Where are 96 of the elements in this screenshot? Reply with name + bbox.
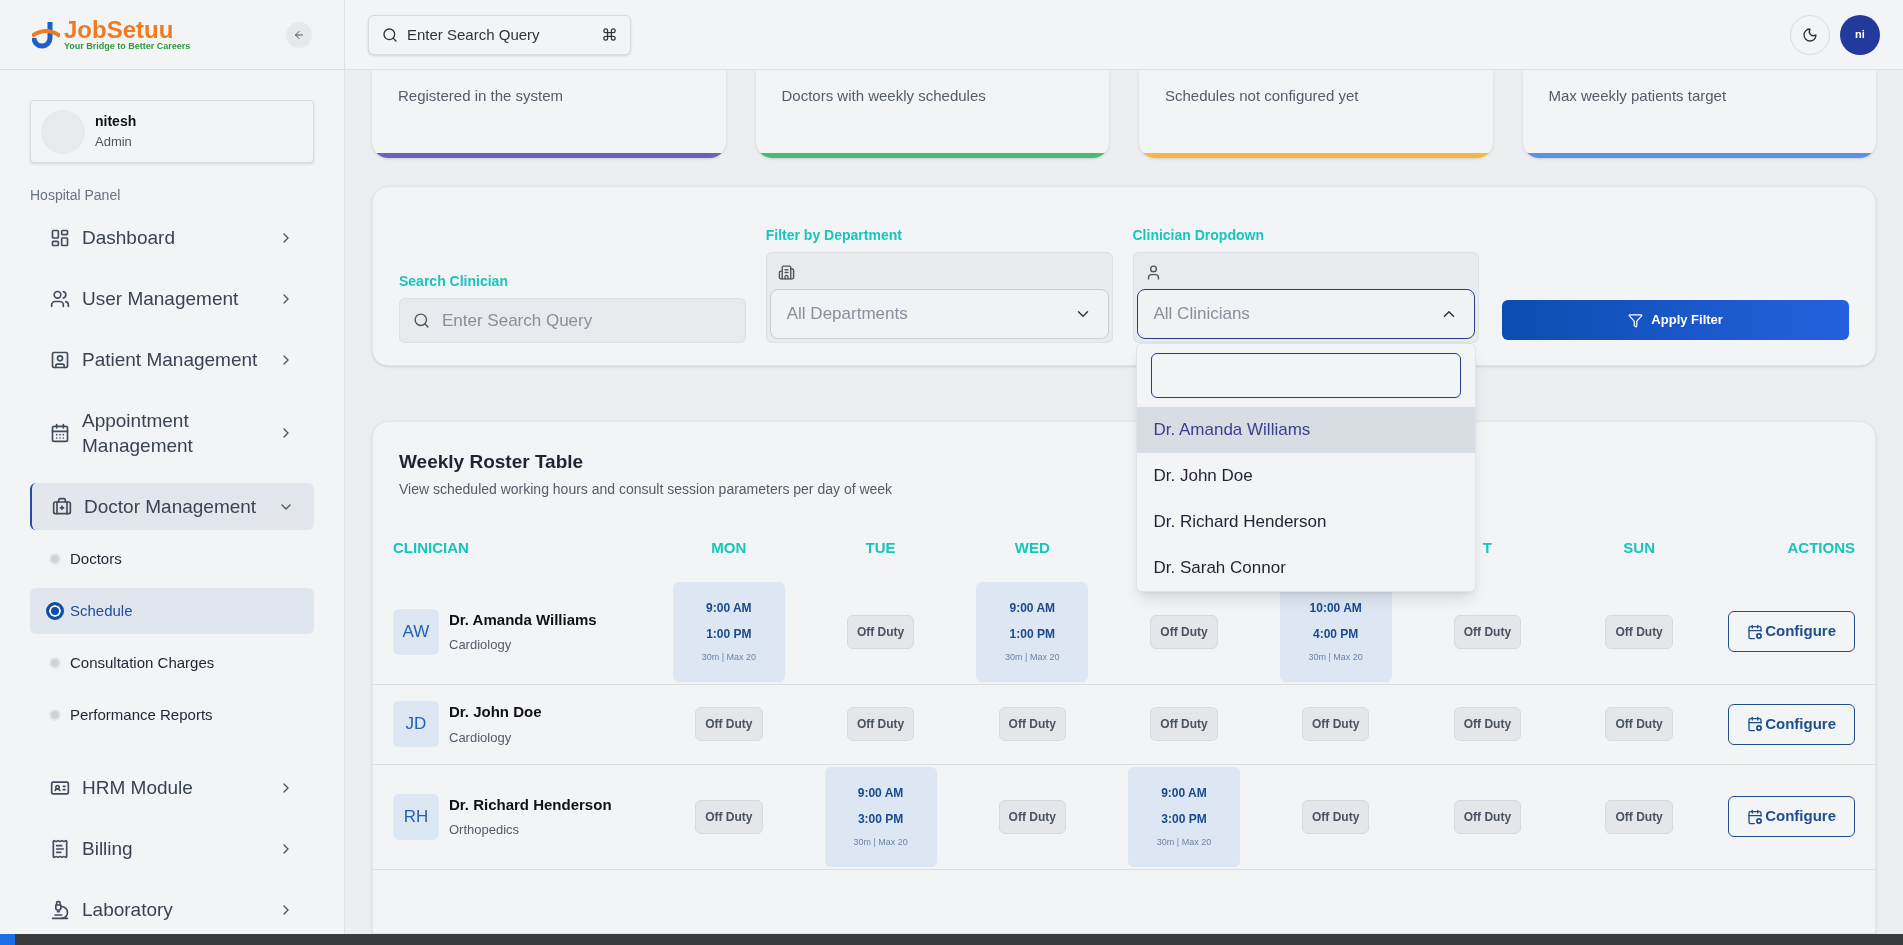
dropdown-option[interactable]: Dr. John Doe [1136,453,1475,499]
section-label: Hospital Panel [30,186,122,205]
bullet-icon [46,602,64,620]
field-label: Search Clinician [399,272,509,291]
initials-avatar: RH [393,793,439,840]
bullet-icon [49,709,61,721]
logo-tagline: Your Bridge to Better Careers [64,42,191,51]
column-header: T [1482,538,1492,556]
roster-subtitle: View scheduled working hours and consult session parameters per day of week [399,479,893,499]
taskbar-accent [0,934,15,945]
apply-filter-button[interactable]: Apply Filter [1502,300,1849,340]
column-header: ACTIONS [1787,538,1855,556]
roster-title: Weekly Roster Table [399,450,584,474]
bullet-icon [49,553,61,565]
shift-slot: 9:00 AM 3:00 PM 30m | Max 20 [1128,766,1240,867]
sidebar-item[interactable]: Dashboard [30,214,314,261]
column-header: MON [711,538,747,556]
stat-card: Max weekly patients target [1522,70,1876,158]
sidebar-item[interactable]: HRM Module [30,764,314,811]
clinician-name: Dr. Amanda Williams [449,609,597,630]
off-duty-badge: Off Duty [1150,707,1218,741]
stat-card: Registered in the system [372,70,726,158]
sidebar-item[interactable]: Doctor Management [30,483,314,530]
medical-case-icon [52,496,72,517]
column-header: SUN [1623,538,1655,556]
shift-slot: 9:00 AM 1:00 PM 30m | Max 20 [672,581,785,682]
off-duty-badge: Off Duty [1605,799,1673,834]
moon-icon [1802,26,1818,43]
off-duty-badge: Off Duty [998,707,1066,741]
column-header: CLINICIAN [393,538,469,556]
logo-text: JobSetuu [64,18,175,42]
off-duty-badge: Off Duty [695,707,763,741]
initials-avatar: JD [393,701,439,747]
off-duty-badge: Off Duty [998,799,1066,834]
off-duty-badge: Off Duty [846,707,915,741]
sidebar-item[interactable]: Billing [30,825,314,872]
field-label: Filter by Department [765,226,903,245]
arrow-left-icon [293,28,305,41]
department-label: Cardiology [449,636,513,654]
off-duty-badge: Off Duty [1453,614,1522,649]
search-icon [382,26,398,43]
column-header: WED [1014,538,1050,556]
off-duty-badge: Off Duty [1453,799,1522,834]
dropdown-option[interactable]: Dr. Richard Henderson [1136,499,1475,545]
off-duty-badge: Off Duty [1605,707,1673,741]
clinician-name: Dr. John Doe [449,702,542,722]
off-duty-badge: Off Duty [695,799,763,834]
submenu-item[interactable]: Schedule [30,588,314,634]
department-label: Orthopedics [449,821,521,839]
users-icon [50,288,70,309]
building-icon [777,264,795,281]
sidebar-item[interactable]: User Management [30,275,314,322]
profile-avatar[interactable]: ni [1840,14,1880,55]
bullet-icon [49,657,61,669]
department-label: Cardiology [449,728,513,747]
dropdown-search-field[interactable] [1150,353,1461,398]
off-duty-badge: Off Duty [846,614,915,649]
submenu-item[interactable]: Doctors [30,536,314,582]
off-duty-badge: Off Duty [1453,707,1522,741]
off-duty-badge: Off Duty [1302,799,1370,834]
calendar-edit-icon [1747,623,1764,640]
column-header: TUE [865,538,896,556]
user-role: Admin [95,133,133,152]
submenu-item[interactable]: Consultation Charges [30,640,314,686]
configure-button[interactable]: Configure [1728,703,1855,745]
grid-icon [50,227,70,248]
dropdown-option[interactable]: Dr. Amanda Williams [1136,407,1475,453]
stat-card: Schedules not configured yet [1139,70,1493,158]
off-duty-badge: Off Duty [1302,707,1370,741]
calendar-icon [50,423,70,443]
sidebar-item[interactable]: Patient Management [30,336,314,383]
command-icon [602,26,617,42]
filter-icon [1628,312,1644,328]
clinician-search-field[interactable]: Enter Search Query [399,298,746,343]
configure-button[interactable]: Configure [1728,796,1855,837]
id-badge-icon [50,349,70,370]
calendar-edit-icon [1747,716,1764,732]
user-name: nitesh [95,112,137,132]
off-duty-badge: Off Duty [1605,614,1673,649]
configure-button[interactable]: Configure [1728,611,1855,652]
search-field[interactable]: Enter Search Query [368,14,631,55]
off-duty-badge: Off Duty [1150,614,1218,649]
sidebar-item[interactable]: Appointment Management [30,397,314,469]
sidebar-item[interactable]: Laboratory [30,886,314,933]
search-icon [413,312,430,329]
receipt-icon [50,838,70,859]
submenu-item[interactable]: Performance Reports [30,692,314,738]
logo-icon [32,19,60,50]
field-label: Clinician Dropdown [1132,226,1265,245]
clinician-name: Dr. Richard Henderson [449,794,612,815]
shift-slot: 9:00 AM 3:00 PM 30m | Max 20 [824,766,937,867]
calendar-edit-icon [1747,808,1764,825]
shift-slot: 9:00 AM 1:00 PM 30m | Max 20 [976,581,1089,682]
microscope-icon [50,899,70,920]
initials-avatar: AW [393,608,439,655]
stat-card: Doctors with weekly schedules [755,70,1109,158]
